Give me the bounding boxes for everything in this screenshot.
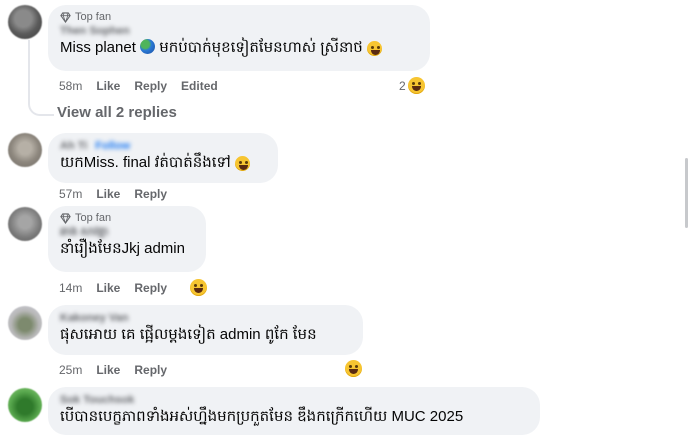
top-fan-badge: Top fan (60, 212, 194, 225)
comment-author[interactable]: Sok Touchsok (60, 393, 528, 407)
reply-button[interactable]: Reply (134, 362, 167, 378)
laughing-emoji-icon (190, 279, 207, 296)
comment-text: បើបានបេក្ខភាពទាំងអស់ហ្នឹងមកប្រកួតមែន ឌឹង… (60, 408, 464, 425)
avatar[interactable] (8, 133, 42, 167)
like-button[interactable]: Like (96, 362, 120, 378)
comment-timestamp[interactable]: 57m (59, 186, 82, 202)
comment-text-part: យកMiss. final វត់បាត់នឹងទៅ (60, 154, 231, 171)
comment-text: យកMiss. final វត់បាត់នឹងទៅ (60, 153, 266, 173)
reply-button[interactable]: Reply (134, 78, 167, 94)
comment-actions: 14m Like Reply (59, 280, 167, 296)
comment-text: ផុសអោយ គេ ផ្អើលម្តងទៀត admin ពូកែ មែន (60, 326, 317, 343)
comment-timestamp[interactable]: 58m (59, 78, 82, 94)
laughing-emoji-icon (235, 155, 250, 171)
reply-thread-line (28, 40, 54, 116)
diamond-icon (60, 12, 71, 23)
comment-author[interactable]: Ah Ti (60, 139, 87, 153)
comment-author[interactable]: Then Sophen (60, 24, 418, 38)
diamond-icon (60, 213, 71, 224)
reaction-summary[interactable]: 2 (399, 77, 425, 94)
comment-text: នាំរឿងមែនJkj admin (60, 240, 185, 257)
top-fan-badge: Top fan (60, 11, 418, 24)
like-button[interactable]: Like (96, 280, 120, 296)
comment-timestamp[interactable]: 25m (59, 362, 82, 378)
comment-actions: 57m Like Reply (59, 186, 167, 202)
reply-button[interactable]: Reply (134, 186, 167, 202)
reaction-summary[interactable] (190, 279, 207, 296)
comment-author[interactable]: Kakoney Van (60, 311, 351, 325)
avatar[interactable] (8, 388, 42, 422)
avatar[interactable] (8, 5, 42, 39)
comment-actions: 25m Like Reply (59, 362, 167, 378)
reaction-summary[interactable] (345, 360, 362, 377)
avatar[interactable] (8, 207, 42, 241)
view-replies-link[interactable]: View all 2 replies (57, 104, 177, 121)
comment-actions: 58m Like Reply Edited (59, 78, 218, 94)
laughing-emoji-icon (345, 360, 362, 377)
laughing-emoji-icon (366, 40, 382, 56)
avatar[interactable] (8, 306, 42, 340)
comment-text: Miss planet មកប់បាក់មុខទៀតមែនហាស់ ស្រីនា… (60, 38, 418, 58)
badge-label: Top fan (75, 212, 112, 224)
like-button[interactable]: Like (96, 78, 120, 94)
comment-bubble: Top fan Then Sophen Miss planet មកប់បាក់… (48, 5, 430, 71)
comment-bubble: Top fan ឆាង សាវត្តា នាំរឿងមែនJkj admin (48, 206, 206, 272)
comment-bubble: Ah Ti Follow យកMiss. final វត់បាត់នឹងទៅ (48, 133, 278, 183)
reply-button[interactable]: Reply (134, 280, 167, 296)
comment-text-part: មកប់បាក់មុខទៀតមែនហាស់ ស្រីនាថ (159, 39, 363, 56)
comment-author[interactable]: ឆាង សាវត្តា (60, 225, 194, 239)
comment-bubble: Sok Touchsok បើបានបេក្ខភាពទាំងអស់ហ្នឹងមក… (48, 387, 540, 435)
badge-label: Top fan (75, 11, 112, 23)
laughing-emoji-icon (407, 77, 425, 94)
comment-timestamp[interactable]: 14m (59, 280, 82, 296)
comment-text-part: Miss planet (60, 39, 136, 56)
edited-label: Edited (181, 79, 218, 93)
follow-button[interactable]: Follow (95, 139, 130, 153)
reaction-count: 2 (399, 78, 406, 93)
like-button[interactable]: Like (96, 186, 120, 202)
comment-bubble: Kakoney Van ផុសអោយ គេ ផ្អើលម្តងទៀត admin… (48, 305, 363, 355)
comment-author-row: Ah Ti Follow (60, 139, 266, 153)
globe-emoji-icon (140, 39, 156, 54)
